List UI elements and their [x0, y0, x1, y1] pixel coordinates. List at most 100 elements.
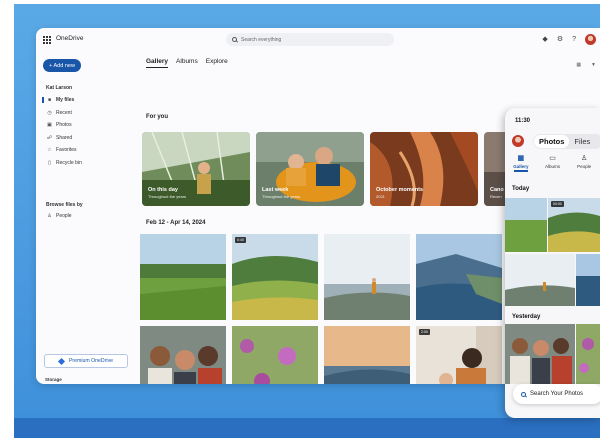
phone-tab-albums[interactable]: ▭ Albums — [537, 154, 569, 178]
search-icon — [232, 37, 237, 42]
tab-albums[interactable]: Albums — [176, 58, 198, 68]
memory-caption: Last week Throughout the years — [262, 187, 300, 199]
photo-tile[interactable] — [140, 326, 226, 384]
sidebar-item-label: People — [56, 213, 72, 220]
phone-search-label: Search Your Photos — [530, 391, 584, 397]
memory-caption: Cano Recen — [490, 187, 504, 199]
phone-photo-tile[interactable] — [576, 324, 600, 384]
sidebar-item-label: Recycle bin — [56, 159, 82, 166]
add-new-button[interactable]: + Add new — [43, 59, 81, 72]
segment-photos[interactable]: Photos — [534, 135, 570, 148]
sidebar-item-recycle-bin[interactable]: ▯ Recycle bin — [42, 157, 128, 170]
app-launcher-icon[interactable] — [43, 36, 51, 44]
memory-subtitle: Throughout the years — [262, 194, 301, 199]
photo-tile[interactable] — [324, 326, 410, 384]
people-icon: ☍ — [46, 134, 53, 141]
view-icon[interactable]: ▦ — [576, 62, 581, 68]
phone-photo-tile[interactable] — [505, 198, 547, 252]
video-duration-badge: 0:40 — [235, 237, 246, 243]
person-icon: ♙ — [581, 155, 588, 162]
photo-flowers — [232, 326, 318, 384]
phone-photo-tile[interactable] — [505, 324, 575, 384]
gallery-icon: ▦ — [517, 155, 525, 162]
sidebar-people: ♙ People — [42, 210, 128, 223]
memory-card-last-week[interactable]: Last week Throughout the years — [256, 132, 364, 206]
premium-button[interactable]: Premium OneDrive — [44, 354, 128, 368]
top-bar: OneDrive Search everything ◆ ⚙ ? — [36, 28, 600, 52]
photo-terraces — [232, 234, 318, 320]
memory-card-on-this-day[interactable]: On this day Throughout the years — [142, 132, 250, 206]
photo-tile[interactable]: 0:40 — [232, 234, 318, 320]
photo-fjord — [416, 234, 502, 320]
photo-tile[interactable] — [324, 234, 410, 320]
phone-photo-tile[interactable] — [505, 254, 575, 306]
search-input[interactable]: Search everything — [241, 37, 281, 43]
phone-app: 11:30 Photos Files ▦ Gallery ▭ Albums ♙ Peo… — [505, 108, 600, 418]
photo-tile[interactable]: 2:00 — [416, 326, 502, 384]
photo-hiker — [324, 234, 410, 320]
phone-photo-friends — [505, 324, 575, 384]
star-icon: ☆ — [47, 147, 52, 154]
phone-photo-tile[interactable] — [576, 254, 600, 306]
photo-friends — [140, 326, 226, 384]
photo-field — [140, 234, 226, 320]
phone-nav: ▦ Gallery ▭ Albums ♙ People — [505, 154, 600, 178]
tab-explore[interactable]: Explore — [206, 58, 228, 68]
phone-photo-flowers — [576, 324, 600, 384]
sidebar-item-label: Favorites — [56, 147, 77, 154]
sidebar-item-label: Photos — [56, 122, 72, 129]
phone-tab-people[interactable]: ♙ People — [568, 154, 600, 178]
phone-search-button[interactable]: Search Your Photos — [513, 384, 600, 404]
top-icons: ◆ ⚙ ? — [542, 34, 596, 45]
avatar[interactable] — [585, 34, 596, 45]
search-bar[interactable]: Search everything — [226, 33, 394, 46]
view-controls: ▦ ▼ — [576, 62, 596, 68]
sidebar-item-people[interactable]: ♙ People — [42, 210, 128, 223]
sidebar-item-recent[interactable]: ◷ Recent — [42, 107, 128, 120]
storage-label: Storage — [45, 377, 62, 382]
phone-tab-label: People — [577, 164, 592, 169]
phone-segmented-control: Photos Files — [533, 134, 600, 149]
memory-caption: On this day Throughout the years — [148, 187, 186, 199]
avatar[interactable] — [512, 135, 524, 147]
help-icon[interactable]: ? — [572, 35, 576, 45]
memory-title: Last week — [262, 187, 289, 193]
memory-subtitle: 2021 — [376, 194, 385, 199]
sidebar-item-photos[interactable]: ▣ Photos — [42, 119, 128, 132]
section-for-you: For you — [146, 114, 168, 120]
memory-subtitle: Throughout the years — [148, 194, 187, 199]
phone-tab-label: Albums — [545, 164, 561, 169]
phone-tab-gallery[interactable]: ▦ Gallery — [505, 154, 537, 178]
sidebar-item-label: My files — [56, 97, 75, 104]
video-duration-badge: 00:00 — [551, 201, 564, 207]
phone-photo-tile[interactable]: 00:00 — [548, 198, 600, 252]
phone-tab-label: Gallery — [513, 164, 529, 169]
sidebar-item-my-files[interactable]: ■ My files — [42, 94, 128, 107]
premium-diamond-icon[interactable]: ◆ — [542, 35, 547, 45]
photo-sunset-valley — [324, 326, 410, 384]
tab-gallery[interactable]: Gallery — [146, 58, 169, 68]
phone-photo-fjord — [576, 254, 600, 306]
date-range-header: Feb 12 - Apr 14, 2024 — [146, 220, 206, 226]
segment-files[interactable]: Files — [574, 137, 590, 146]
photo-tile[interactable] — [140, 234, 226, 320]
filter-icon[interactable]: ▼ — [591, 62, 596, 68]
premium-label: Premium OneDrive — [68, 358, 114, 364]
sidebar-item-label: Shared — [56, 134, 73, 141]
photo-tile[interactable] — [416, 234, 502, 320]
photo-tile[interactable] — [232, 326, 318, 384]
phone-today-header: Today — [512, 186, 530, 192]
album-icon: ▭ — [549, 155, 556, 162]
sidebar-item-shared[interactable]: ☍ Shared — [42, 132, 128, 145]
memory-caption: October moments 2021 — [376, 187, 423, 199]
search-icon — [521, 391, 526, 397]
settings-icon[interactable]: ⚙ — [557, 35, 563, 45]
memory-title: October moments — [376, 187, 424, 193]
user-name: Kat Larson — [46, 85, 73, 91]
sidebar-item-favorites[interactable]: ☆ Favorites — [42, 144, 128, 157]
phone-photo-field — [505, 198, 547, 252]
background-footer — [14, 418, 600, 438]
memory-card-october-moments[interactable]: October moments 2021 — [370, 132, 478, 206]
image-icon: ▣ — [47, 122, 52, 129]
phone-photo-hiker — [505, 254, 575, 306]
